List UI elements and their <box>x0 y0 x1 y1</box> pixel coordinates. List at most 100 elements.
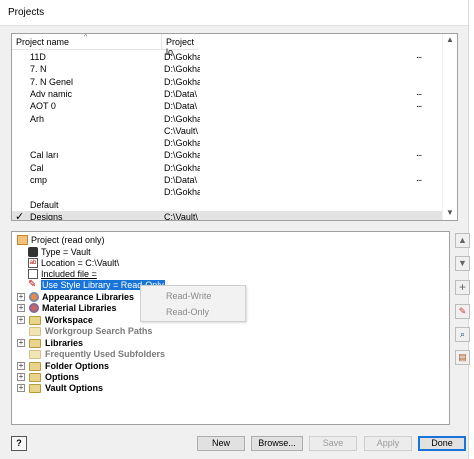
project-list[interactable]: Project name ^ Project lo 11D D:\Gokha...… <box>11 33 458 221</box>
project-name: Default <box>30 199 59 210</box>
project-location: D:\Gokha <box>164 52 200 62</box>
project-location: D:\Data\ <box>164 175 198 185</box>
expand-icon[interactable]: + <box>17 384 25 392</box>
find-button[interactable]: ⌕ <box>455 327 470 342</box>
tree-item-label: Vault Options <box>45 383 104 393</box>
project-location: D:\Gokha <box>164 187 200 198</box>
project-settings-tree[interactable]: Project (read only) Type = Vault ab Loca… <box>11 231 450 425</box>
project-row[interactable]: D:\Gokha <box>12 137 442 149</box>
help-button[interactable]: ? <box>11 436 27 451</box>
expand-icon[interactable]: + <box>17 304 25 312</box>
project-name: Cal ları <box>30 150 59 161</box>
project-row[interactable]: 11D D:\Gokha... <box>12 50 442 63</box>
project-row[interactable]: Default <box>12 199 442 211</box>
tree-item-label: Type = Vault <box>41 247 91 257</box>
column-header-label: Project name <box>16 37 70 47</box>
folder-icon <box>29 362 41 371</box>
project-location: D:\Data\ <box>164 88 198 99</box>
move-down-button[interactable]: ▼ <box>455 256 470 271</box>
pencil-icon: ✎ <box>458 306 467 316</box>
project-name: 11D <box>30 52 46 62</box>
tree-item-label: Appearance Libraries <box>42 292 135 302</box>
arrow-down-icon: ▼ <box>458 258 467 268</box>
tree-item-label: Frequently Used Subfolders <box>45 349 166 359</box>
material-icon <box>29 303 39 313</box>
save-button[interactable]: Save <box>309 436 357 451</box>
project-row[interactable]: Adv namic D:\Data\... <box>12 87 442 100</box>
more-ellipsis-icon[interactable]: ... <box>416 99 422 110</box>
tree-item-label: Workgroup Search Paths <box>45 326 153 336</box>
project-location: D:\Data\ <box>164 101 198 112</box>
expand-icon[interactable]: + <box>17 316 25 324</box>
sort-ascending-icon: ^ <box>84 34 88 41</box>
project-name: Arh <box>30 113 45 124</box>
folder-icon <box>29 327 41 336</box>
new-button[interactable]: New <box>197 436 245 451</box>
search-icon: ⌕ <box>459 329 466 339</box>
option-read-only[interactable]: Read-Only <box>166 307 209 317</box>
project-row[interactable]: 7. N D:\Gokha <box>12 63 442 75</box>
scroll-up-icon[interactable]: ▲ <box>446 35 454 44</box>
project-icon <box>17 235 28 245</box>
project-row[interactable]: C:\Vault\ <box>12 125 442 137</box>
apply-button[interactable]: Apply <box>364 436 412 451</box>
project-location: D:\Gokha <box>164 113 200 124</box>
expand-icon[interactable]: + <box>17 362 25 370</box>
title-bar: Projects <box>0 0 474 26</box>
tree-item-label: Options <box>45 372 79 382</box>
project-row[interactable]: AOT 0 D:\Data\... <box>12 99 442 112</box>
project-location: D:\Gokha <box>164 64 200 75</box>
expand-icon[interactable]: + <box>17 293 25 301</box>
folder-icon <box>29 339 41 348</box>
more-ellipsis-icon[interactable]: ... <box>416 148 422 159</box>
window-edge <box>468 0 474 459</box>
folder-icon <box>29 373 41 382</box>
plus-icon: + <box>458 280 466 294</box>
project-row[interactable]: Arh D:\Gokha <box>12 113 442 125</box>
more-ellipsis-icon[interactable]: ... <box>416 50 422 61</box>
project-location: D:\Gokha <box>164 138 200 149</box>
window-title: Projects <box>8 7 45 18</box>
tree-root-label: Project (read only) <box>31 235 105 245</box>
project-location: D:\Gokha <box>164 150 200 161</box>
folder-icon <box>29 350 41 359</box>
project-name: 7. N <box>30 64 47 75</box>
expand-icon[interactable]: + <box>17 339 25 347</box>
more-ellipsis-icon[interactable]: ... <box>416 87 422 98</box>
project-row[interactable]: ✓ Designs C:\Vault\ <box>12 210 442 221</box>
arrow-up-icon: ▲ <box>458 235 467 245</box>
add-path-button[interactable]: + <box>455 280 470 295</box>
done-button[interactable]: Done <box>418 436 466 451</box>
active-project-check-icon: ✓ <box>15 210 25 221</box>
project-row[interactable]: Cal D:\Gokha <box>12 162 442 174</box>
project-row[interactable]: 7. N Genel D:\Gokha <box>12 76 442 88</box>
column-header-project-location[interactable]: Project lo <box>162 34 198 57</box>
style-library-dropdown[interactable]: Read-Write Read-Only <box>140 285 246 322</box>
project-row[interactable]: D:\Gokha <box>12 186 442 198</box>
settings-icon: ▤ <box>458 352 467 362</box>
edit-button[interactable]: ✎ <box>455 304 470 319</box>
move-up-button[interactable]: ▲ <box>455 233 470 248</box>
project-settings-button[interactable]: ▤ <box>455 350 470 365</box>
option-read-write[interactable]: Read-Write <box>166 291 211 301</box>
expand-icon[interactable]: + <box>17 373 25 381</box>
tree-item-label: Material Libraries <box>42 303 117 313</box>
project-name: 7. N Genel <box>30 76 74 87</box>
more-ellipsis-icon[interactable]: ... <box>416 173 422 184</box>
folder-icon <box>29 316 41 325</box>
browse-button[interactable]: Browse... <box>251 436 303 451</box>
project-location: D:\Gokha <box>164 76 200 87</box>
scroll-down-icon[interactable]: ▼ <box>446 208 454 217</box>
project-location: D:\Gokha <box>164 162 200 173</box>
project-row[interactable]: cmp D:\Data\... <box>12 173 442 186</box>
project-name: Cal <box>30 162 44 173</box>
project-list-scrollbar[interactable]: ▲ ▼ <box>442 34 457 220</box>
appearance-icon <box>29 292 39 302</box>
folder-icon <box>29 384 41 393</box>
text-field-icon: ab <box>28 258 38 268</box>
tree-item-label: Workspace <box>45 315 93 325</box>
project-name: Adv namic <box>30 88 73 99</box>
tree-item-label: Included file = <box>41 269 97 279</box>
project-row[interactable]: Cal ları D:\Gokha... <box>12 148 442 161</box>
style-library-icon: ✎ <box>28 279 37 290</box>
